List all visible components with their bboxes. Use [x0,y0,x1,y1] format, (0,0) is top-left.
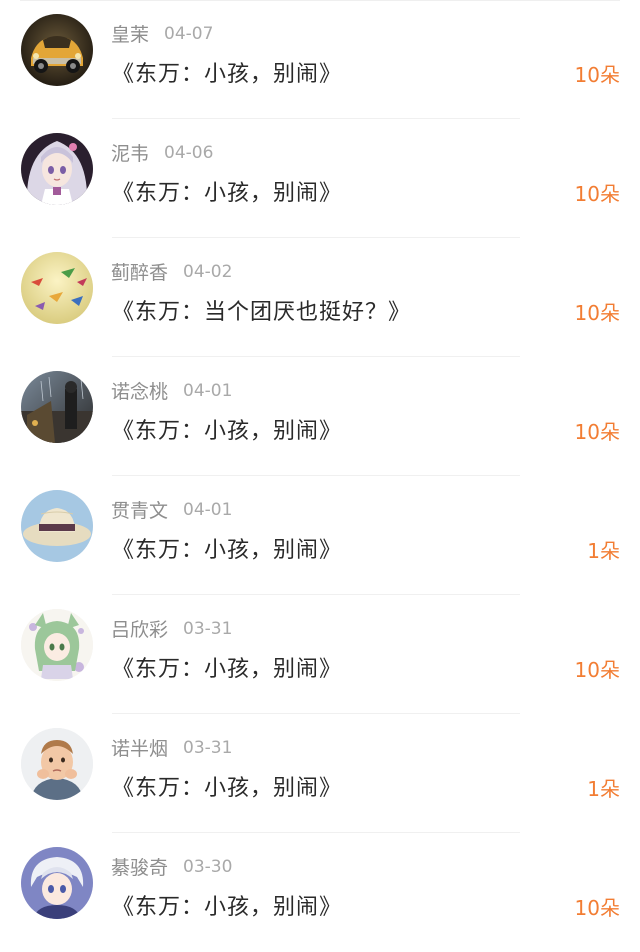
item-meta: 吕欣彩 03-31 [111,615,233,642]
reward-amount: 10朵 [574,63,620,87]
user-name[interactable]: 诺半烟 [111,734,168,761]
item-meta: 诺半烟 03-31 [111,734,233,761]
item-meta: 皇茉 04-07 [111,20,214,47]
reward-amount: 10朵 [574,301,620,325]
list-item[interactable]: 皇茉 04-07 《东万：小孩，别闹》 10朵 [0,0,640,119]
vintage-car-avatar-icon[interactable] [21,14,93,86]
user-name[interactable]: 綦骏奇 [111,853,168,880]
reward-amount: 10朵 [574,420,620,444]
user-name[interactable]: 蓟醉香 [111,258,168,285]
straw-hat-avatar-icon[interactable] [21,490,93,562]
reward-date: 04-02 [183,261,233,282]
anime-boy-white-hair-avatar-icon[interactable] [21,847,93,919]
list-item[interactable]: 蓟醉香 04-02 《东万：当个团厌也挺好？》 10朵 [0,238,640,357]
item-meta: 綦骏奇 03-30 [111,853,233,880]
item-meta: 诺念桃 04-01 [111,377,233,404]
user-name[interactable]: 吕欣彩 [111,615,168,642]
reward-date: 04-01 [183,380,233,401]
work-title[interactable]: 《东万：小孩，别闹》 [112,175,342,207]
reward-date: 03-31 [183,737,233,758]
rainy-street-avatar-icon[interactable] [21,371,93,443]
list-item[interactable]: 吕欣彩 03-31 《东万：小孩，别闹》 10朵 [0,595,640,714]
green-hair-anime-girl-avatar-icon[interactable] [21,609,93,681]
user-name[interactable]: 泥韦 [111,139,149,166]
user-name[interactable]: 皇茉 [111,20,149,47]
item-meta: 蓟醉香 04-02 [111,258,233,285]
reward-list: 皇茉04-07 《东万：小孩，别闹》 10朵 泥韦04-06 《东万：小孩， [0,0,640,948]
work-title[interactable]: 《东万：当个团厌也挺好？》 [112,294,411,326]
list-item[interactable]: 綦骏奇 03-30 《东万：小孩，别闹》 10朵 [0,833,640,952]
user-name[interactable]: 贯青文 [111,496,168,523]
list-item[interactable]: 诺半烟 03-31 《东万：小孩，别闹》 1朵 [0,714,640,833]
reward-amount: 10朵 [574,658,620,682]
work-title[interactable]: 《东万：小孩，别闹》 [112,413,342,445]
reward-date: 04-07 [164,23,214,44]
work-title[interactable]: 《东万：小孩，别闹》 [112,532,342,564]
work-title[interactable]: 《东万：小孩，别闹》 [112,651,342,683]
reward-amount: 1朵 [587,777,620,801]
child-photo-avatar-icon[interactable] [21,728,93,800]
list-item[interactable]: 泥韦 04-06 《东万：小孩，别闹》 10朵 [0,119,640,238]
work-title[interactable]: 《东万：小孩，别闹》 [112,770,342,802]
reward-date: 03-31 [183,618,233,639]
item-meta: 贯青文 04-01 [111,496,233,523]
work-title[interactable]: 《东万：小孩，别闹》 [112,56,342,88]
user-name[interactable]: 诺念桃 [111,377,168,404]
item-meta: 泥韦 04-06 [111,139,214,166]
reward-amount: 1朵 [587,539,620,563]
list-item[interactable]: 贯青文 04-01 《东万：小孩，别闹》 1朵 [0,476,640,595]
anime-girl-silver-hair-avatar-icon[interactable] [21,133,93,205]
reward-date: 04-06 [164,142,214,163]
reward-date: 03-30 [183,856,233,877]
work-title[interactable]: 《东万：小孩，别闹》 [112,889,342,921]
reward-amount: 10朵 [574,896,620,920]
list-item[interactable]: 诺念桃 04-01 《东万：小孩，别闹》 10朵 [0,357,640,476]
paper-cranes-avatar-icon[interactable] [21,252,93,324]
reward-date: 04-01 [183,499,233,520]
reward-amount: 10朵 [574,182,620,206]
